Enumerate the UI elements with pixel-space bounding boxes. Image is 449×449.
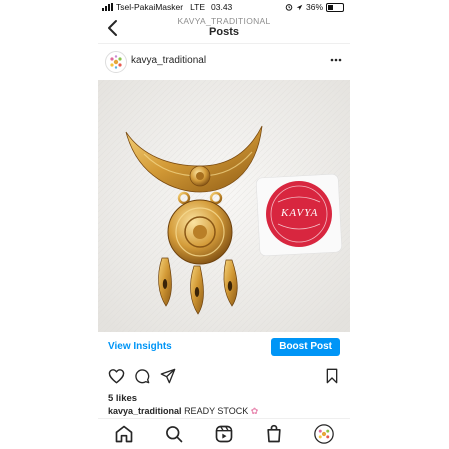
status-right: 36% [285,2,344,12]
more-options-icon[interactable] [330,58,342,62]
post-caption: kavya_traditional READY STOCK ✿ [108,406,348,416]
signal-icon [102,3,113,11]
view-insights-link[interactable]: View Insights [108,341,172,352]
search-icon[interactable] [164,424,184,444]
post-header: kavya_traditional [98,48,350,76]
nav-header: KAVYA_TRADITIONAL Posts [98,14,350,42]
boost-post-button[interactable]: Boost Post [271,338,340,356]
profile-handle-subtitle: KAVYA_TRADITIONAL [177,16,271,26]
battery-percent: 36% [305,2,323,12]
insights-bar: View Insights Boost Post [98,336,350,358]
location-icon [296,4,303,10]
flower-emoji-icon: ✿ [250,406,259,416]
carrier-name: Tsel-PakaiMasker [116,2,184,12]
home-icon[interactable] [114,424,134,444]
status-bar: Tsel-PakaiMasker LTE 03.43 36% [98,0,350,14]
bookmark-icon[interactable] [325,368,339,384]
alarm-icon [285,4,293,11]
profile-avatar[interactable] [314,424,334,444]
comment-icon[interactable] [134,368,150,384]
header-divider [98,43,350,44]
reels-icon[interactable] [214,424,234,444]
network-type: LTE [190,2,206,12]
battery-icon [326,2,344,12]
heart-icon[interactable] [108,368,125,384]
share-icon[interactable] [160,368,176,384]
sticker-brand-text: KAVYA [281,207,319,219]
avatar[interactable] [105,51,127,73]
jewelry-photo-image [98,80,350,332]
post-actions [98,366,350,388]
likes-count[interactable]: 5 likes [108,393,137,404]
post-photo[interactable]: KAVYA [98,80,350,332]
caption-username[interactable]: kavya_traditional [108,406,182,416]
phone-screen: Tsel-PakaiMasker LTE 03.43 36% KAVYA_TRA… [98,0,350,449]
clock: 03.43 [211,2,233,12]
page-title: Posts [209,26,239,38]
status-left: Tsel-PakaiMasker LTE [102,2,205,12]
bottom-tab-bar [98,418,350,449]
post-username[interactable]: kavya_traditional [131,55,206,66]
caption-text: READY STOCK [184,406,249,416]
shop-icon[interactable] [264,424,284,444]
